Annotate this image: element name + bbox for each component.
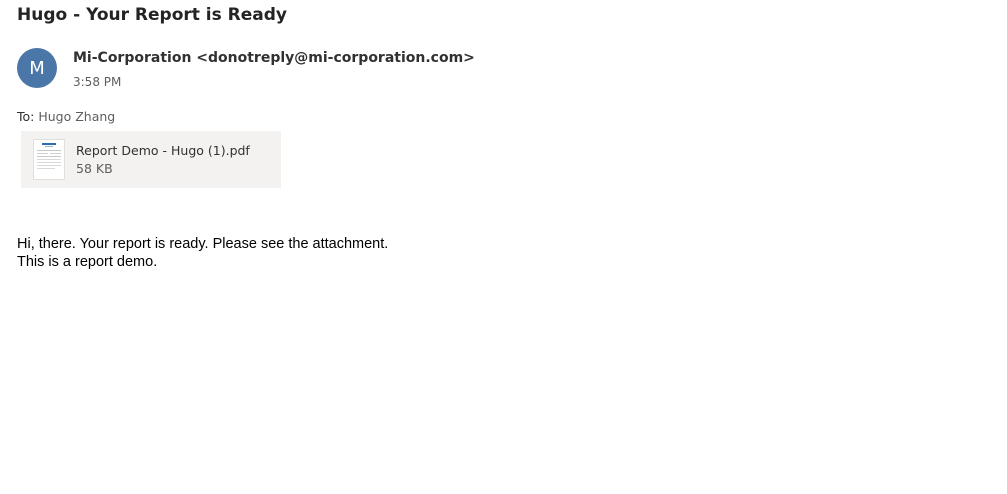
email-body: Hi, there. Your report is ready. Please … <box>17 235 388 271</box>
sender-name: Mi-Corporation <box>73 50 192 66</box>
sender-email: <donotreply@mi-corporation.com> <box>196 50 475 66</box>
sent-time: 3:58 PM <box>73 75 122 89</box>
sender-line[interactable]: Mi-Corporation <donotreply@mi-corporatio… <box>73 50 475 66</box>
attachment-file-name: Report Demo - Hugo (1).pdf <box>76 143 250 158</box>
attachment-card[interactable]: Report Demo - Hugo (1).pdf 58 KB <box>21 131 281 188</box>
sender-avatar[interactable]: M <box>17 48 57 88</box>
recipients-row: To: Hugo Zhang <box>17 109 115 124</box>
pdf-thumbnail-graphic <box>37 143 61 169</box>
email-subject: Hugo - Your Report is Ready <box>17 5 288 25</box>
body-line: This is a report demo. <box>17 254 158 270</box>
attachment-file-size: 58 KB <box>76 161 113 176</box>
to-label: To: <box>17 109 35 124</box>
recipient-name[interactable]: Hugo Zhang <box>38 109 115 124</box>
body-line: Hi, there. Your report is ready. Please … <box>17 236 389 252</box>
avatar-initial: M <box>29 57 45 79</box>
pdf-thumbnail-icon <box>33 139 65 180</box>
